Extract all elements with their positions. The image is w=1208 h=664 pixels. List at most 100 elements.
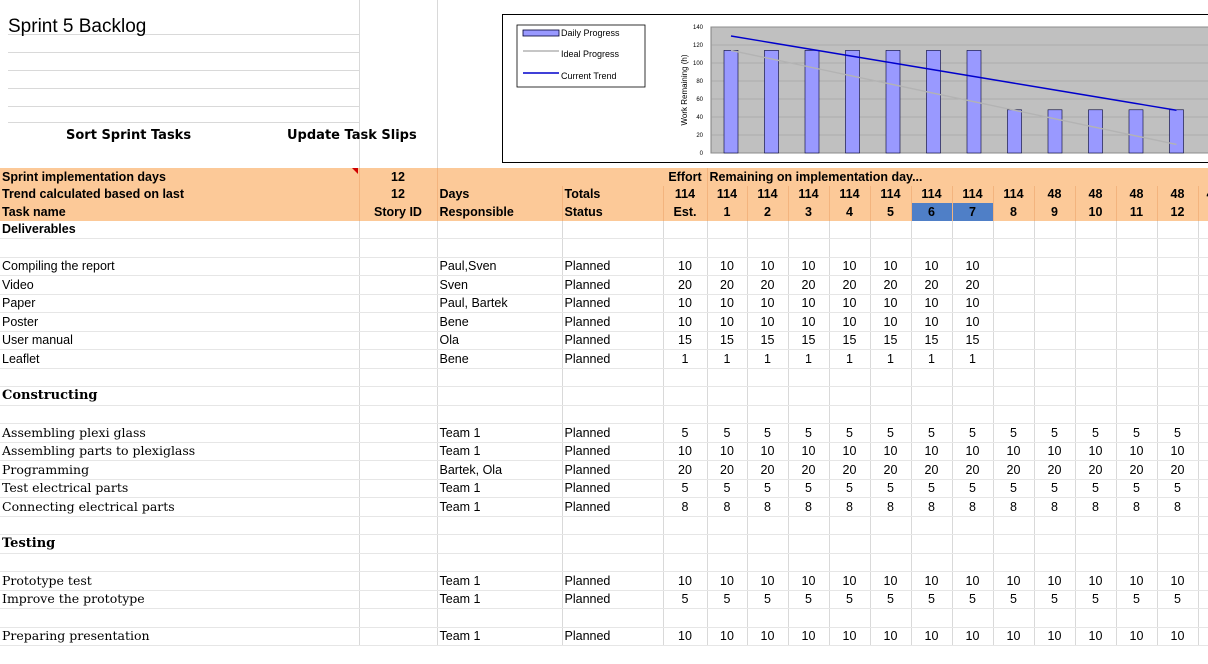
status-cell[interactable]: Planned	[562, 275, 664, 295]
comment-marker-icon[interactable]	[351, 168, 358, 174]
day-cell[interactable]: 10	[747, 442, 789, 461]
sort-sprint-tasks-button[interactable]: Sort Sprint Tasks	[66, 128, 191, 143]
day-cell[interactable]: 5	[911, 590, 953, 609]
day-cell[interactable]	[993, 257, 1035, 276]
day-cell[interactable]	[1034, 257, 1076, 276]
story-id-cell[interactable]	[359, 423, 438, 443]
day-cell[interactable]: 8	[707, 497, 748, 517]
day-cell[interactable]	[1157, 294, 1199, 313]
day-cell[interactable]	[1034, 312, 1076, 332]
day-cell[interactable]: 10	[911, 294, 953, 313]
day-cell[interactable]: 5	[1075, 423, 1117, 443]
responsible-cell[interactable]: Bene	[437, 312, 563, 332]
sprint-days-value[interactable]: 12	[359, 168, 438, 186]
day-cell[interactable]: 10	[911, 627, 953, 646]
estimate-cell[interactable]: 20	[663, 460, 708, 480]
task-name-cell[interactable]: Assembling parts to plexiglass	[0, 442, 360, 461]
day-cell[interactable]: 5	[707, 479, 748, 498]
day-cell[interactable]: 5	[1157, 590, 1199, 609]
day-cell[interactable]: 5	[747, 423, 789, 443]
day-cell[interactable]: 10	[788, 312, 830, 332]
day-cell[interactable]	[1034, 275, 1076, 295]
day-cell[interactable]: 8	[1034, 497, 1076, 517]
day-cell[interactable]: 5	[1034, 423, 1076, 443]
story-id-cell[interactable]	[359, 460, 438, 480]
day-cell[interactable]: 5	[1157, 423, 1199, 443]
day-cell[interactable]: 10	[707, 627, 748, 646]
day-cell[interactable]: 15	[870, 331, 912, 350]
day-cell[interactable]: 10	[911, 442, 953, 461]
status-cell[interactable]: Planned	[562, 460, 664, 480]
day-cell[interactable]	[1116, 349, 1158, 369]
day-cell[interactable]	[1116, 294, 1158, 313]
day-cell[interactable]: 10	[1157, 442, 1199, 461]
estimate-cell[interactable]: 5	[663, 479, 708, 498]
day-cell[interactable]: 10	[870, 257, 912, 276]
day-cell[interactable]: 20	[911, 275, 953, 295]
status-cell[interactable]: Planned	[562, 590, 664, 609]
day-cell[interactable]: 1	[911, 349, 953, 369]
day-header-11[interactable]: 11	[1116, 203, 1158, 221]
responsible-cell[interactable]: Sven	[437, 275, 563, 295]
task-name-cell[interactable]: Paper	[0, 294, 360, 313]
day-cell[interactable]: 5	[1116, 479, 1158, 498]
day-cell[interactable]	[1075, 349, 1117, 369]
day-cell[interactable]: 10	[788, 627, 830, 646]
day-cell[interactable]: 10	[1075, 627, 1117, 646]
day-cell[interactable]: 10	[1157, 571, 1199, 591]
task-name-cell[interactable]: Programming	[0, 460, 360, 480]
day-cell[interactable]: 10	[747, 627, 789, 646]
day-cell[interactable]: 5	[911, 423, 953, 443]
day-cell[interactable]: 10	[1157, 627, 1199, 646]
section-title[interactable]: Constructing	[0, 386, 360, 406]
day-cell[interactable]: 1	[952, 349, 994, 369]
day-cell[interactable]	[1157, 257, 1199, 276]
day-cell[interactable]: 5	[993, 590, 1035, 609]
day-cell[interactable]	[1116, 312, 1158, 332]
day-cell[interactable]: 5	[1116, 423, 1158, 443]
day-cell[interactable]: 10	[993, 571, 1035, 591]
day-cell[interactable]: 20	[993, 460, 1035, 480]
day-header-8[interactable]: 8	[993, 203, 1035, 221]
day-cell[interactable]: 15	[829, 331, 871, 350]
day-cell[interactable]: 10	[911, 312, 953, 332]
task-name-cell[interactable]: Poster	[0, 312, 360, 332]
task-name-cell[interactable]: Test electrical parts	[0, 479, 360, 498]
day-cell[interactable]	[993, 294, 1035, 313]
day-cell[interactable]: 20	[870, 275, 912, 295]
day-cell[interactable]	[1116, 257, 1158, 276]
day-cell[interactable]: 5	[1075, 590, 1117, 609]
day-cell[interactable]: 5	[788, 479, 830, 498]
day-cell[interactable]: 5	[1157, 479, 1199, 498]
story-id-cell[interactable]	[359, 442, 438, 461]
story-id-cell[interactable]	[359, 497, 438, 517]
status-cell[interactable]: Planned	[562, 312, 664, 332]
estimate-cell[interactable]: 10	[663, 571, 708, 591]
story-id-cell[interactable]	[359, 275, 438, 295]
story-id-cell[interactable]	[359, 312, 438, 332]
day-header-5[interactable]: 5	[870, 203, 912, 221]
day-cell[interactable]: 20	[1034, 460, 1076, 480]
day-cell[interactable]: 5	[870, 479, 912, 498]
day-cell[interactable]: 10	[1116, 571, 1158, 591]
story-id-cell[interactable]	[359, 479, 438, 498]
day-cell[interactable]: 10	[952, 257, 994, 276]
day-header-9[interactable]: 9	[1034, 203, 1076, 221]
day-cell[interactable]: 5	[829, 479, 871, 498]
day-cell[interactable]: 10	[747, 257, 789, 276]
day-cell[interactable]	[1157, 349, 1199, 369]
day-cell[interactable]: 20	[747, 275, 789, 295]
day-cell[interactable]: 5	[952, 423, 994, 443]
section-title[interactable]: Deliverables	[0, 220, 360, 239]
day-cell[interactable]: 10	[829, 257, 871, 276]
day-cell[interactable]: 10	[1034, 442, 1076, 461]
status-cell[interactable]: Planned	[562, 497, 664, 517]
day-cell[interactable]: 10	[993, 442, 1035, 461]
day-cell[interactable]: 10	[870, 294, 912, 313]
status-cell[interactable]: Planned	[562, 442, 664, 461]
story-id-cell[interactable]	[359, 294, 438, 313]
estimate-cell[interactable]: 8	[663, 497, 708, 517]
day-header-12[interactable]: 12	[1157, 203, 1199, 221]
day-cell[interactable]	[1116, 331, 1158, 350]
day-cell[interactable]: 10	[1116, 442, 1158, 461]
